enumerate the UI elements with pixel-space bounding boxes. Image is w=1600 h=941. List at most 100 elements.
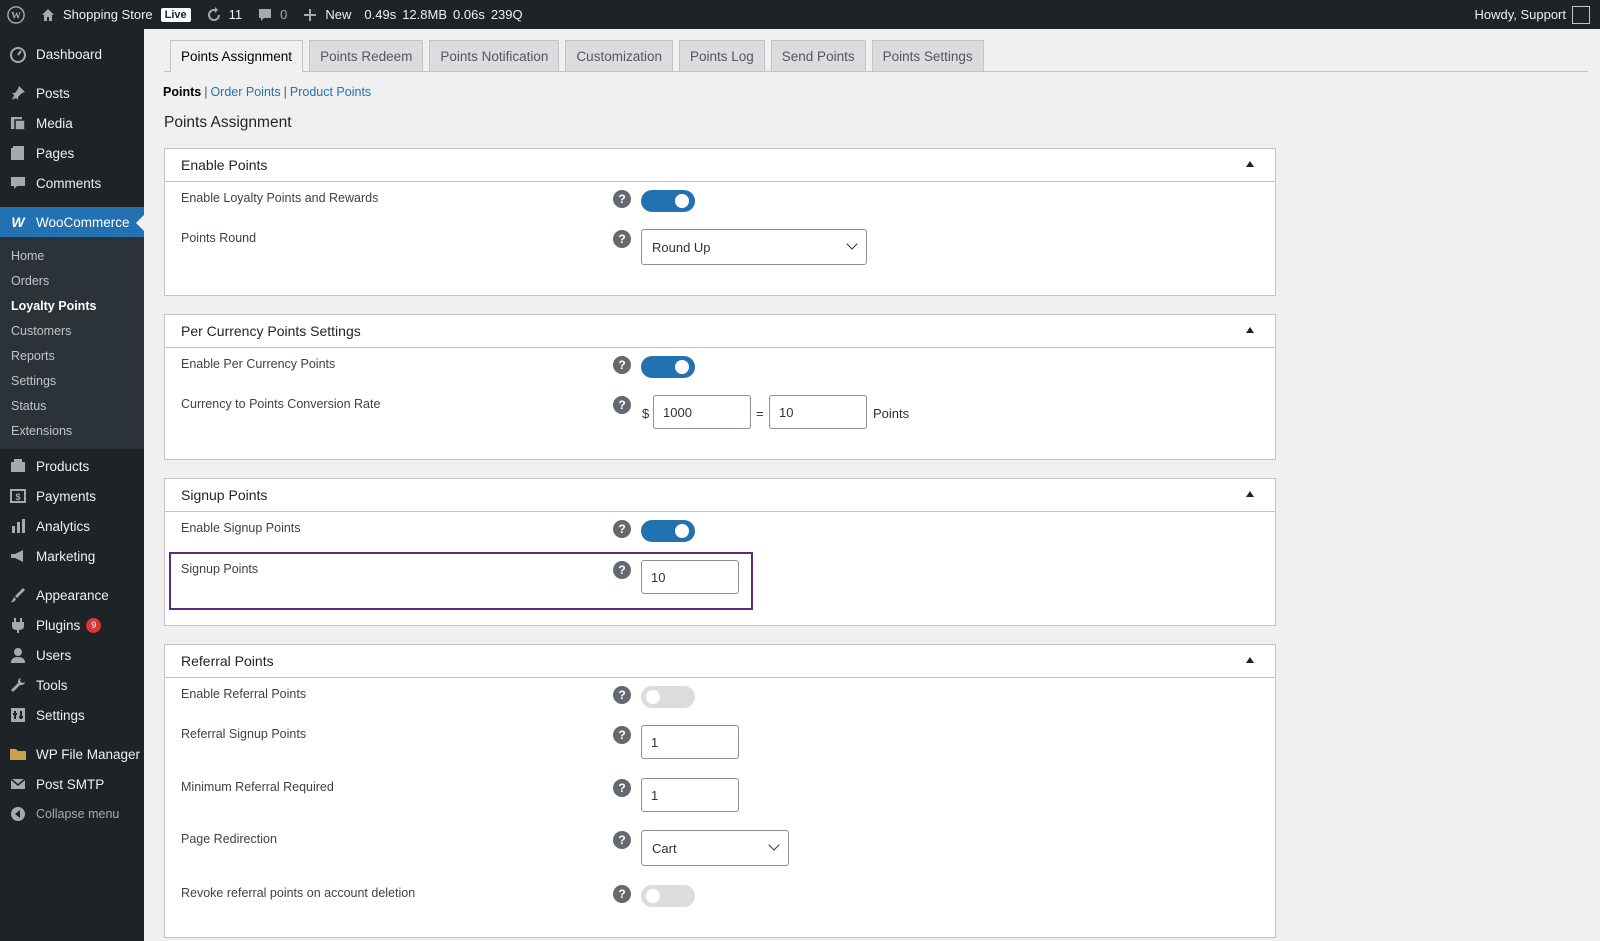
help-icon[interactable]: ? xyxy=(613,726,631,744)
menu-label: Analytics xyxy=(36,518,91,534)
submenu-settings[interactable]: Settings xyxy=(0,368,144,393)
field-label: Enable Per Currency Points xyxy=(181,357,336,371)
field-label: Enable Loyalty Points and Rewards xyxy=(181,191,379,205)
row-revoke-referral: Revoke referral points on account deleti… xyxy=(165,885,1275,916)
my-account[interactable]: Howdy, Support xyxy=(1474,5,1600,24)
help-icon[interactable]: ? xyxy=(613,356,631,374)
collapse-caret-icon[interactable] xyxy=(1246,161,1254,167)
collapse-caret-icon[interactable] xyxy=(1246,657,1254,663)
submenu-status[interactable]: Status xyxy=(0,393,144,418)
select-value: Cart xyxy=(652,840,677,856)
section-header[interactable]: Referral Points xyxy=(165,645,1275,678)
dashboard-icon xyxy=(8,44,28,64)
menu-posts[interactable]: Posts xyxy=(0,78,144,108)
menu-label: Comments xyxy=(36,175,102,191)
enable-per-currency-toggle[interactable] xyxy=(641,356,695,378)
revoke-referral-toggle[interactable] xyxy=(641,885,695,907)
help-icon[interactable]: ? xyxy=(613,396,631,414)
submenu-loyalty-points[interactable]: Loyalty Points xyxy=(0,293,144,318)
help-icon[interactable]: ? xyxy=(613,520,631,538)
help-icon[interactable]: ? xyxy=(613,190,631,208)
section-title: Enable Points xyxy=(181,157,268,173)
menu-comments[interactable]: Comments xyxy=(0,168,144,198)
points-round-select[interactable]: Round Up xyxy=(641,229,867,265)
currency-amount-input[interactable] xyxy=(653,395,751,429)
query-monitor-link[interactable]: 0.49s 12.8MB 0.06s 239Q xyxy=(358,0,529,29)
menu-label: Settings xyxy=(36,707,85,723)
tab-points-redeem[interactable]: Points Redeem xyxy=(309,40,424,71)
menu-analytics[interactable]: Analytics xyxy=(0,511,144,541)
page-redirection-select[interactable]: Cart xyxy=(641,830,789,866)
menu-wp-file-manager[interactable]: WP File Manager xyxy=(0,739,144,769)
field-label: Currency to Points Conversion Rate xyxy=(181,397,381,411)
section-header[interactable]: Enable Points xyxy=(165,149,1275,182)
submenu-extensions[interactable]: Extensions xyxy=(0,418,144,443)
help-icon[interactable]: ? xyxy=(613,561,631,579)
submenu-orders[interactable]: Orders xyxy=(0,268,144,293)
points-amount-input[interactable] xyxy=(769,395,867,429)
field-label: Enable Referral Points xyxy=(181,687,307,701)
signup-points-input[interactable] xyxy=(641,560,739,594)
menu-pages[interactable]: Pages xyxy=(0,138,144,168)
row-conversion-rate: Currency to Points Conversion Rate ? $ =… xyxy=(165,395,1275,437)
plugin-icon xyxy=(8,615,28,635)
section-header[interactable]: Signup Points xyxy=(165,479,1275,512)
tab-send-points[interactable]: Send Points xyxy=(770,40,866,71)
menu-settings[interactable]: Settings xyxy=(0,700,144,730)
row-points-round: Points Round ? Round Up xyxy=(165,229,1275,271)
enable-loyalty-toggle[interactable] xyxy=(641,190,695,212)
points-unit: Points xyxy=(873,406,910,421)
submenu-reports[interactable]: Reports xyxy=(0,343,144,368)
submenu-customers[interactable]: Customers xyxy=(0,318,144,343)
toggle-knob xyxy=(675,194,689,208)
menu-appearance[interactable]: Appearance xyxy=(0,580,144,610)
tab-points-assignment[interactable]: Points Assignment xyxy=(170,40,304,72)
menu-marketing[interactable]: Marketing xyxy=(0,541,144,571)
toggle-knob xyxy=(646,690,660,704)
subsub-order-points-link[interactable]: Order Points xyxy=(210,85,280,99)
enable-signup-toggle[interactable] xyxy=(641,520,695,542)
submenu-home[interactable]: Home xyxy=(0,243,144,268)
collapse-icon xyxy=(8,804,28,824)
plus-icon xyxy=(301,6,319,24)
tab-points-log[interactable]: Points Log xyxy=(678,40,765,71)
row-enable-per-currency: Enable Per Currency Points ? xyxy=(165,356,1275,387)
help-icon[interactable]: ? xyxy=(613,885,631,903)
referral-signup-input[interactable] xyxy=(641,725,739,759)
collapse-menu-button[interactable]: Collapse menu xyxy=(0,799,144,829)
updates-link[interactable]: 11 xyxy=(198,0,250,29)
menu-payments[interactable]: $ Payments xyxy=(0,481,144,511)
site-name-link[interactable]: Shopping Store Live xyxy=(32,0,198,29)
tab-points-settings[interactable]: Points Settings xyxy=(871,40,984,71)
help-icon[interactable]: ? xyxy=(613,779,631,797)
collapse-caret-icon[interactable] xyxy=(1246,491,1254,497)
menu-products[interactable]: Products xyxy=(0,451,144,481)
menu-post-smtp[interactable]: Post SMTP xyxy=(0,769,144,799)
section-enable-points: Enable Points Enable Loyalty Points and … xyxy=(164,148,1276,296)
row-enable-loyalty: Enable Loyalty Points and Rewards ? xyxy=(165,190,1275,221)
comments-link[interactable]: 0 xyxy=(249,0,294,29)
help-icon[interactable]: ? xyxy=(613,686,631,704)
tab-customization[interactable]: Customization xyxy=(565,40,673,71)
new-content-link[interactable]: New xyxy=(294,0,358,29)
wp-logo-button[interactable]: W xyxy=(0,0,32,29)
menu-media[interactable]: Media xyxy=(0,108,144,138)
perf-time: 0.49s xyxy=(364,7,397,22)
help-icon[interactable]: ? xyxy=(613,831,631,849)
menu-woocommerce[interactable]: W WooCommerce xyxy=(0,207,144,237)
tab-points-notification[interactable]: Points Notification xyxy=(429,40,560,71)
help-icon[interactable]: ? xyxy=(613,230,631,248)
section-header[interactable]: Per Currency Points Settings xyxy=(165,315,1275,348)
menu-dashboard[interactable]: Dashboard xyxy=(0,39,144,69)
menu-label: Marketing xyxy=(36,548,96,564)
menu-users[interactable]: Users xyxy=(0,640,144,670)
menu-plugins[interactable]: Plugins 9 xyxy=(0,610,144,640)
subsub-product-points-link[interactable]: Product Points xyxy=(290,85,371,99)
wrench-icon xyxy=(8,675,28,695)
min-referral-input[interactable] xyxy=(641,778,739,812)
menu-label: Users xyxy=(36,647,72,663)
site-name: Shopping Store xyxy=(63,7,153,22)
enable-referral-toggle[interactable] xyxy=(641,686,695,708)
menu-tools[interactable]: Tools xyxy=(0,670,144,700)
collapse-caret-icon[interactable] xyxy=(1246,327,1254,333)
